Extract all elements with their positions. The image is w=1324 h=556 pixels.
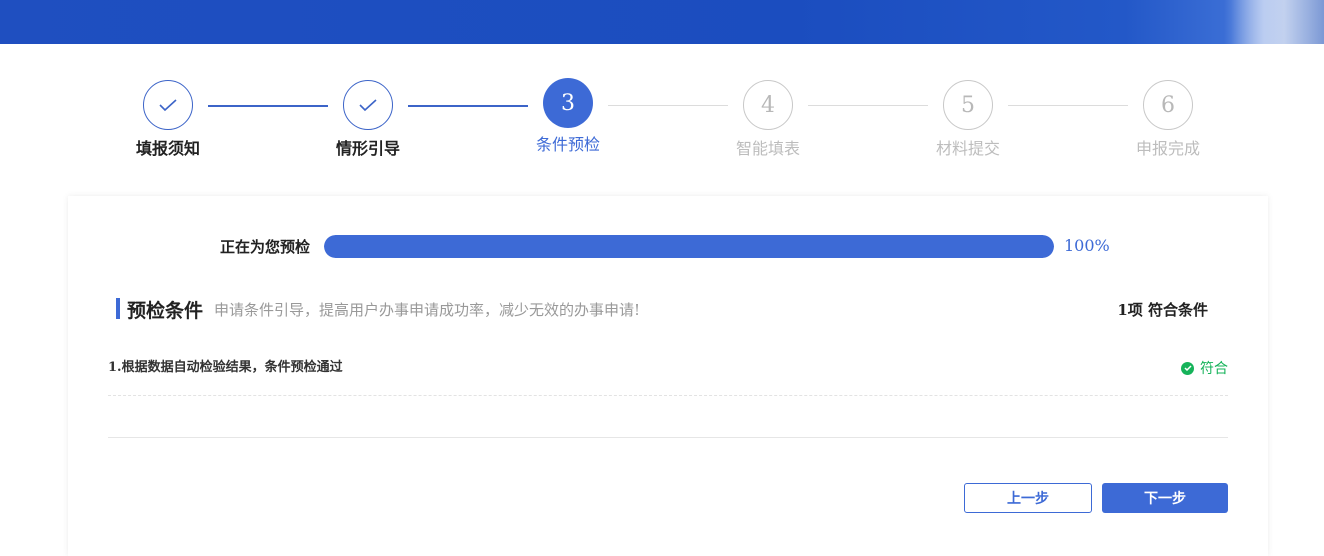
progress-fill: [324, 235, 1054, 258]
header-banner: ˇ: [0, 0, 1324, 44]
section-header: 预检条件 申请条件引导，提高用户办事申请成功率，减少无效的办事申请! 1项 符合…: [116, 296, 1216, 322]
divider: [108, 437, 1228, 438]
step-number: 5: [943, 80, 993, 130]
step-label: 申报完成: [1135, 139, 1200, 158]
step-1: 填报须知: [108, 80, 228, 159]
step-number: 3: [543, 78, 593, 128]
progress-bar: [324, 235, 1054, 258]
step-label: 材料提交: [935, 139, 1000, 158]
condition-text: 1.根据数据自动检验结果，条件预检通过: [108, 360, 343, 375]
section-description: 申请条件引导，提高用户办事申请成功率，减少无效的办事申请!: [214, 301, 641, 319]
banner-image: [1224, 0, 1324, 44]
banner-decoration: ˇ: [66, 0, 73, 12]
step-label: 条件预检: [535, 135, 600, 154]
section-title: 预检条件: [127, 300, 204, 322]
step-label: 情形引导: [335, 139, 400, 158]
condition-count: 1项 符合条件: [1117, 301, 1208, 319]
step-3: 3 条件预检: [508, 78, 628, 155]
step-number: 6: [1143, 80, 1193, 130]
step-6: 6 申报完成: [1108, 80, 1228, 159]
section-accent-bar: [116, 298, 120, 319]
precheck-card: 正在为您预检 100% 预检条件 申请条件引导，提高用户办事申请成功率，减少无效…: [68, 196, 1268, 556]
step-2: 情形引导: [308, 80, 428, 159]
step-check-icon: [343, 80, 393, 130]
step-label: 填报须知: [135, 139, 200, 158]
step-check-icon: [143, 80, 193, 130]
precheck-progress: 正在为您预检 100%: [68, 234, 1268, 260]
step-label: 智能填表: [735, 139, 800, 158]
condition-status: 符合: [1181, 358, 1228, 378]
prev-step-button[interactable]: 上一步: [964, 483, 1092, 513]
next-step-button[interactable]: 下一步: [1102, 483, 1228, 513]
condition-status-label: 符合: [1200, 361, 1228, 377]
step-4: 4 智能填表: [708, 80, 828, 159]
check-circle-icon: [1181, 361, 1194, 375]
condition-row: 1.根据数据自动检验结果，条件预检通过 符合: [108, 346, 1228, 396]
step-5: 5 材料提交: [908, 80, 1028, 159]
stepper: 填报须知 情形引导 3 条件预检 4 智能填表 5 材料提交 6 申报完成: [0, 78, 1324, 170]
progress-percent: 100%: [1064, 236, 1110, 255]
step-number: 4: [743, 80, 793, 130]
progress-label: 正在为您预检: [220, 238, 311, 256]
